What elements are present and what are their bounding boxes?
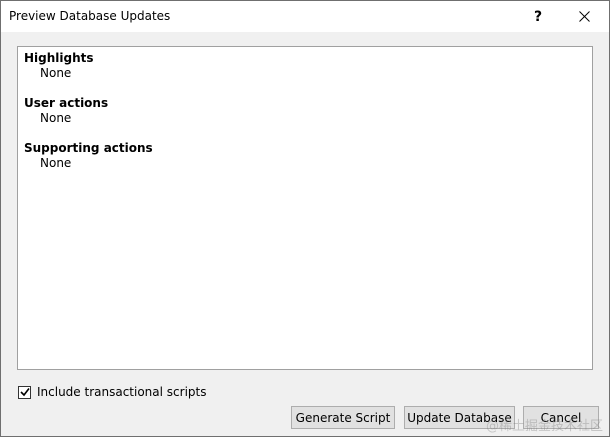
include-transactional-option[interactable]: Include transactional scripts bbox=[18, 385, 206, 399]
include-transactional-checkbox[interactable] bbox=[18, 385, 31, 399]
section-value: None bbox=[40, 66, 72, 80]
include-transactional-label: Include transactional scripts bbox=[37, 385, 207, 399]
section-highlights: Highlights None bbox=[24, 51, 94, 81]
generate-script-button[interactable]: Generate Script bbox=[291, 406, 395, 429]
window-title: Preview Database Updates bbox=[9, 9, 171, 23]
dialog-window: Preview Database Updates ? Highlights No… bbox=[0, 0, 610, 437]
section-title: User actions bbox=[24, 96, 109, 110]
section-title: Highlights bbox=[24, 51, 94, 65]
help-button[interactable]: ? bbox=[515, 1, 561, 32]
section-supporting-actions: Supporting actions None bbox=[24, 141, 153, 171]
help-icon: ? bbox=[533, 8, 543, 25]
update-database-button[interactable]: Update Database bbox=[404, 406, 515, 429]
preview-panel[interactable]: Highlights None User actions None Suppor… bbox=[17, 46, 593, 370]
section-value: None bbox=[40, 111, 72, 125]
section-value: None bbox=[40, 156, 72, 170]
section-title: Supporting actions bbox=[24, 141, 153, 155]
cancel-button[interactable]: Cancel bbox=[523, 406, 599, 429]
close-icon bbox=[578, 11, 590, 22]
close-button[interactable] bbox=[561, 1, 607, 32]
section-user-actions: User actions None bbox=[24, 96, 108, 126]
title-bar: Preview Database Updates ? bbox=[1, 1, 609, 32]
checkmark-icon bbox=[19, 388, 30, 397]
